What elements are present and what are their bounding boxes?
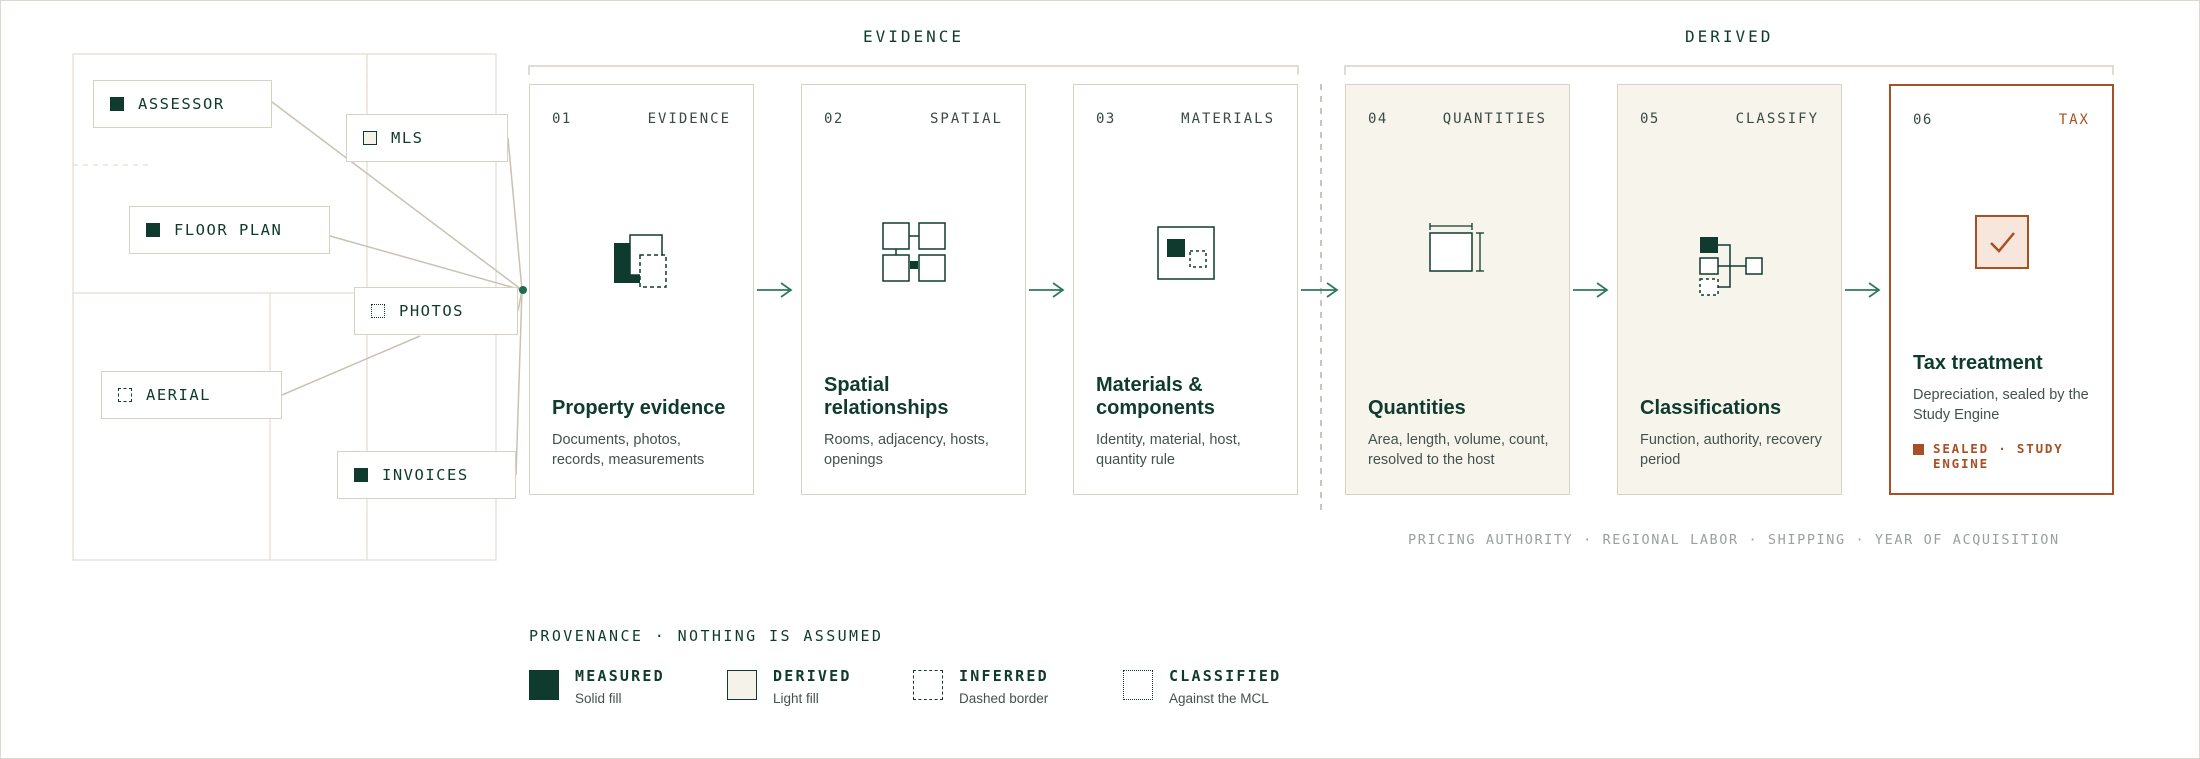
- derived-inputs-note: PRICING AUTHORITY · REGIONAL LABOR · SHI…: [1408, 532, 2060, 548]
- stage-title: Quantities: [1368, 397, 1466, 419]
- stage-tag: MATERIALS: [1181, 111, 1275, 127]
- stage-number: 06: [1913, 112, 1933, 128]
- measured-swatch-icon: [529, 670, 559, 700]
- source-aerial: AERIAL: [101, 371, 282, 419]
- derived-swatch-icon: [363, 131, 377, 145]
- stage-card-tax: 06 TAX Tax treatment Depreciation, seale…: [1889, 84, 2114, 495]
- legend-measured: MEASURED Solid fill: [529, 667, 665, 706]
- derived-bracket: [1344, 65, 2114, 75]
- measured-swatch-icon: [146, 223, 160, 237]
- legend-name: DERIVED: [773, 667, 852, 685]
- stage-description: Identity, material, host, quantity rule: [1096, 432, 1241, 468]
- room-grid-icon: [802, 221, 1025, 283]
- evidence-bracket: [528, 65, 1299, 75]
- phase-label-derived: DERIVED: [1685, 27, 1774, 46]
- source-photos: PHOTOS: [354, 287, 518, 335]
- legend-classified: CLASSIFIED Against the MCL: [1123, 667, 1281, 706]
- inferred-swatch-icon: [913, 670, 943, 700]
- stage-tag: CLASSIFY: [1735, 111, 1819, 127]
- stage-tag: QUANTITIES: [1442, 111, 1547, 127]
- stacked-documents-icon: [530, 233, 753, 289]
- legend-name: INFERRED: [959, 667, 1049, 685]
- source-invoices: INVOICES: [337, 451, 516, 499]
- legend-description: Solid fill: [575, 691, 622, 706]
- stage-number: 02: [824, 111, 844, 127]
- component-box-icon: [1074, 225, 1297, 281]
- source-label: FLOOR PLAN: [174, 221, 283, 239]
- legend-inferred: INFERRED Dashed border: [913, 667, 1049, 706]
- stage-description: Function, authority, recovery period: [1640, 432, 1822, 468]
- classified-swatch-icon: [371, 304, 385, 318]
- source-label: ASSESSOR: [138, 95, 225, 113]
- stage-number: 03: [1096, 111, 1116, 127]
- classified-swatch-icon: [1123, 670, 1153, 700]
- inferred-swatch-icon: [118, 388, 132, 402]
- legend-derived: DERIVED Light fill: [727, 667, 852, 706]
- stage-card-quantities: 04 QUANTITIES Quantities Area, length, v…: [1345, 84, 1570, 495]
- legend-name: MEASURED: [575, 667, 665, 685]
- stage-number: 04: [1368, 111, 1388, 127]
- stage-tag: EVIDENCE: [647, 111, 731, 127]
- stage-title: Materials & components: [1096, 374, 1215, 419]
- seal-text: SEALED · STUDY ENGINE: [1933, 441, 2064, 471]
- stage-description: Area, length, volume, count, resolved to…: [1368, 432, 1549, 468]
- stage-card-spatial: 02 SPATIAL Spatial relationships Rooms, …: [801, 84, 1026, 495]
- stage-number: 05: [1640, 111, 1660, 127]
- legend-description: Light fill: [773, 691, 819, 706]
- seal-square-icon: [1913, 444, 1924, 455]
- source-mls: MLS: [346, 114, 508, 162]
- classification-tree-icon: [1618, 235, 1841, 297]
- stage-description: Rooms, adjacency, hosts, openings: [824, 432, 989, 468]
- source-label: INVOICES: [382, 466, 469, 484]
- source-assessor: ASSESSOR: [93, 80, 272, 128]
- stage-number: 01: [552, 111, 572, 127]
- source-label: MLS: [391, 129, 424, 147]
- measured-swatch-icon: [354, 468, 368, 482]
- derived-swatch-icon: [727, 670, 757, 700]
- stage-title: Tax treatment: [1913, 352, 2043, 374]
- legend-description: Dashed border: [959, 691, 1049, 706]
- stage-card-evidence: 01 EVIDENCE Property evidence Documents,…: [529, 84, 754, 495]
- stage-title: Classifications: [1640, 397, 1782, 419]
- stage-description: Depreciation, sealed by the Study Engine: [1913, 387, 2089, 423]
- checkmark-box-icon: [1891, 214, 2112, 270]
- stage-tag: SPATIAL: [929, 111, 1003, 127]
- junction-dot: [519, 286, 527, 294]
- legend-description: Against the MCL: [1169, 691, 1269, 706]
- dimension-box-icon: [1346, 223, 1569, 275]
- stage-title: Property evidence: [552, 397, 726, 419]
- source-label: PHOTOS: [399, 302, 464, 320]
- stage-tag: TAX: [2058, 112, 2090, 128]
- stage-card-materials: 03 MATERIALS Materials & components Iden…: [1073, 84, 1298, 495]
- sealed-badge: SEALED · STUDY ENGINE: [1913, 441, 2096, 471]
- provenance-title: PROVENANCE · NOTHING IS ASSUMED: [529, 627, 884, 645]
- stage-card-classify: 05 CLASSIFY Classifications Function, au…: [1617, 84, 1842, 495]
- stage-title: Spatial relationships: [824, 374, 949, 419]
- measured-swatch-icon: [110, 97, 124, 111]
- stage-description: Documents, photos, records, measurements: [552, 432, 705, 468]
- source-label: AERIAL: [146, 386, 211, 404]
- source-floor-plan: FLOOR PLAN: [129, 206, 330, 254]
- legend-name: CLASSIFIED: [1169, 667, 1282, 685]
- phase-label-evidence: EVIDENCE: [863, 27, 965, 46]
